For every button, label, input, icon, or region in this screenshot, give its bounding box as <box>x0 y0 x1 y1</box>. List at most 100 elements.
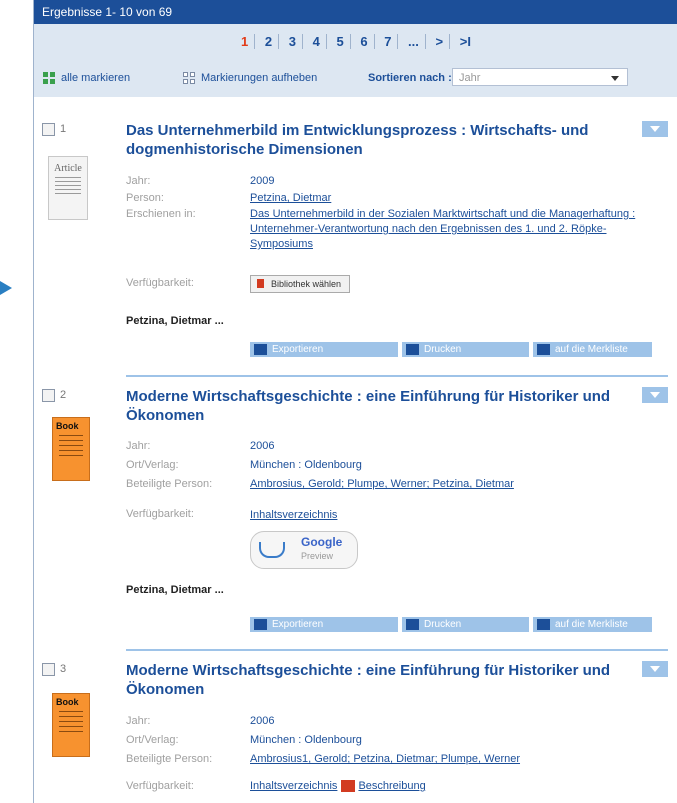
record-title-link[interactable]: Moderne Wirtschaftsgeschichte : eine Ein… <box>126 387 628 425</box>
mark-all-button[interactable]: alle markieren <box>43 72 130 84</box>
export-icon <box>254 619 267 630</box>
print-button[interactable]: Drucken <box>402 617 529 632</box>
field-label: Beteiligte Person: <box>126 753 213 765</box>
page-7[interactable]: 7 <box>378 34 399 49</box>
google-preview-button[interactable]: Google Preview <box>250 531 358 569</box>
sort-label: Sortieren nach : <box>368 72 452 84</box>
record-toggle-button[interactable] <box>642 387 668 403</box>
open-book-icon <box>259 542 285 558</box>
record-checkbox[interactable] <box>42 663 55 676</box>
record-toggle-button[interactable] <box>642 661 668 677</box>
record-title-link[interactable]: Das Unternehmerbild im Entwicklungsproze… <box>126 121 628 159</box>
field-label: Person: <box>126 192 164 204</box>
book-thumbnail: Book <box>52 417 90 481</box>
export-label: Exportieren <box>272 619 324 630</box>
print-button[interactable]: Drucken <box>402 342 529 357</box>
toc-link[interactable]: Inhaltsverzeichnis <box>250 780 337 792</box>
contributors-link[interactable]: Ambrosius1, Gerold; Petzina, Dietmar; Pl… <box>250 752 520 767</box>
availability-label: Verfügbarkeit: <box>126 780 194 792</box>
unmark-all-icon <box>183 72 195 84</box>
results-toolbar: 1 2 3 4 5 6 7 ... > >I alle markieren Ma… <box>34 24 677 97</box>
record-action-bar: Exportieren Drucken auf die Merkliste <box>250 617 668 632</box>
record-number: 3 <box>60 663 67 675</box>
record-number: 1 <box>60 123 67 135</box>
chevron-down-icon <box>611 76 619 81</box>
print-icon <box>406 344 419 355</box>
list-actions: alle markieren Markierungen aufheben Sor… <box>43 68 668 90</box>
field-value: 2006 <box>250 715 275 727</box>
unmark-all-label: Markierungen aufheben <box>201 72 318 84</box>
print-icon <box>406 619 419 630</box>
record-number: 2 <box>60 389 67 401</box>
choose-library-button[interactable]: Bibliothek wählen <box>250 275 351 293</box>
results-panel: Ergebnisse 1- 10 von 69 1 2 3 4 5 6 7 ..… <box>33 0 677 803</box>
page-2[interactable]: 2 <box>258 34 280 49</box>
add-to-watchlist-button[interactable]: auf die Merkliste <box>533 342 652 357</box>
book-thumbnail-label: Book <box>56 697 79 707</box>
sort-select-value: Jahr <box>459 72 481 84</box>
watchlist-icon <box>537 344 550 355</box>
unmark-all-button[interactable]: Markierungen aufheben <box>183 72 317 84</box>
person-link[interactable]: Petzina, Dietmar <box>250 191 331 206</box>
mark-all-label: alle markieren <box>61 72 131 84</box>
page-4[interactable]: 4 <box>306 34 327 49</box>
page-3[interactable]: 3 <box>282 34 303 49</box>
publisher-value: München : Oldenbourg <box>250 459 362 471</box>
record-checkbox[interactable] <box>42 123 55 136</box>
publisher-value: München : Oldenbourg <box>250 734 362 746</box>
field-label: Jahr: <box>126 440 151 452</box>
field-label: Jahr: <box>126 715 151 727</box>
google-preview-title: Google <box>301 535 343 549</box>
field-value: 2006 <box>250 440 275 452</box>
result-record: 3 Moderne Wirtschaftsgeschichte : eine E… <box>34 649 677 803</box>
pagination: 1 2 3 4 5 6 7 ... > >I <box>34 34 677 49</box>
watchlist-label: auf die Merkliste <box>555 344 628 355</box>
book-thumbnail-label: Book <box>56 421 79 431</box>
result-record: 1 Das Unternehmerbild im Entwicklungspro… <box>34 97 677 367</box>
watchlist-label: auf die Merkliste <box>555 619 628 630</box>
field-label: Jahr: <box>126 175 151 187</box>
availability-label: Verfügbarkeit: <box>126 508 194 520</box>
export-icon <box>254 344 267 355</box>
description-link[interactable]: Beschreibung <box>358 780 425 792</box>
print-label: Drucken <box>424 619 462 630</box>
description-icon <box>341 780 356 793</box>
record-checkbox[interactable] <box>42 389 55 402</box>
page-5[interactable]: 5 <box>330 34 351 49</box>
results-count-label: Ergebnisse 1- 10 von 69 <box>42 5 173 19</box>
page-ellipsis[interactable]: ... <box>402 34 426 49</box>
record-action-bar: Exportieren Drucken auf die Merkliste <box>250 342 668 357</box>
record-title-link[interactable]: Moderne Wirtschaftsgeschichte : eine Ein… <box>126 661 628 699</box>
book-thumbnail: Book <box>52 693 90 757</box>
side-arrow-icon <box>0 281 12 295</box>
record-toggle-button[interactable] <box>642 121 668 137</box>
export-label: Exportieren <box>272 344 324 355</box>
next-page-button[interactable]: > <box>429 34 451 49</box>
field-label: Ort/Verlag: <box>126 734 179 746</box>
record-author: Petzina, Dietmar ... <box>126 315 224 327</box>
record-author: Petzina, Dietmar ... <box>126 584 224 596</box>
toc-link[interactable]: Inhaltsverzeichnis <box>250 508 337 523</box>
watchlist-icon <box>537 619 550 630</box>
field-label: Erschienen in: <box>126 208 196 220</box>
results-count-bar: Ergebnisse 1- 10 von 69 <box>34 0 677 24</box>
page-6[interactable]: 6 <box>354 34 375 49</box>
published-in-link[interactable]: Das Unternehmerbild in der Sozialen Mark… <box>250 207 665 252</box>
availability-label: Verfügbarkeit: <box>126 277 194 289</box>
export-button[interactable]: Exportieren <box>250 342 398 357</box>
export-button[interactable]: Exportieren <box>250 617 398 632</box>
field-label: Ort/Verlag: <box>126 459 179 471</box>
article-thumbnail-label: Article <box>54 163 82 174</box>
article-thumbnail: Article <box>48 156 88 220</box>
result-record: 2 Moderne Wirtschaftsgeschichte : eine E… <box>34 375 677 635</box>
last-page-button[interactable]: >I <box>454 34 477 49</box>
page-1[interactable]: 1 <box>235 34 256 49</box>
add-to-watchlist-button[interactable]: auf die Merkliste <box>533 617 652 632</box>
field-label: Beteiligte Person: <box>126 478 213 490</box>
mark-all-icon <box>43 72 55 84</box>
print-label: Drucken <box>424 344 462 355</box>
contributors-link[interactable]: Ambrosius, Gerold; Plumpe, Werner; Petzi… <box>250 477 514 492</box>
google-preview-sub: Preview <box>301 551 334 561</box>
sort-select[interactable]: Jahr <box>452 68 628 86</box>
field-value: 2009 <box>250 175 275 187</box>
